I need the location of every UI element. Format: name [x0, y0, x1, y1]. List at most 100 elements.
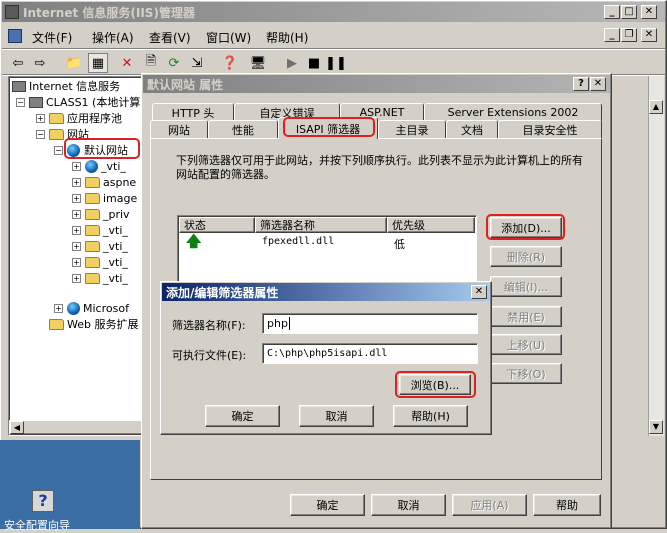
tree-child[interactable]: + image — [72, 190, 137, 206]
menu-window[interactable]: 窗口(W) — [206, 29, 251, 45]
computer-node-icon — [29, 96, 43, 108]
mmc-icon — [8, 29, 22, 43]
tab-documents[interactable]: 文档 — [446, 120, 498, 138]
expand-icon[interactable]: + — [72, 161, 81, 171]
tree-child[interactable]: + _vti_ — [72, 222, 128, 238]
executable-label: 可执行文件(E): — [172, 349, 247, 362]
tree-child[interactable]: + _priv — [72, 206, 130, 222]
filter-name-input[interactable]: php — [262, 313, 478, 334]
up-folder-icon[interactable]: 📁 — [64, 53, 84, 73]
column-header-name[interactable]: 筛选器名称 — [255, 217, 387, 233]
filter-cancel-button[interactable]: 取消 — [299, 405, 374, 427]
desktop-icon-label: 安全配置向导 — [4, 519, 70, 532]
export-icon[interactable]: ⇲ — [187, 53, 207, 73]
globe-icon — [67, 301, 80, 315]
filter-ok-button[interactable]: 确定 — [205, 405, 280, 427]
scroll-down-icon[interactable]: ▼ — [649, 420, 663, 434]
globe-icon — [85, 159, 98, 173]
menu-view[interactable]: 查看(V) — [149, 29, 191, 45]
column-header-priority[interactable]: 优先级 — [387, 217, 475, 233]
minimize-button[interactable]: _ — [604, 5, 620, 19]
menu-help[interactable]: 帮助(H) — [266, 29, 308, 45]
tree-web-ext[interactable]: Web 服务扩展 — [36, 316, 138, 332]
expand-icon[interactable]: + — [72, 225, 81, 235]
disable-filter-button[interactable]: 禁用(E) — [490, 306, 562, 327]
security-wizard-icon[interactable]: ? — [32, 490, 54, 512]
properties-icon[interactable]: 🗎 — [141, 53, 161, 73]
expand-icon[interactable]: + — [54, 303, 63, 313]
child-restore-button[interactable]: ❐ — [621, 28, 637, 42]
properties-help-button[interactable]: ? — [573, 77, 589, 91]
expand-icon[interactable]: + — [72, 177, 81, 187]
move-down-button[interactable]: 下移(O) — [490, 363, 562, 384]
expand-icon[interactable]: + — [72, 257, 81, 267]
scroll-up-icon[interactable]: ▲ — [649, 100, 663, 114]
show-tree-icon[interactable]: ▦ — [88, 53, 108, 73]
filter-close-button[interactable]: ✕ — [471, 285, 487, 299]
tab-server-extensions[interactable]: Server Extensions 2002 — [424, 103, 602, 121]
tree-child[interactable]: + aspne — [72, 174, 136, 190]
refresh-icon[interactable]: ⟳ — [164, 53, 184, 73]
tree-child[interactable]: + _vti_ — [72, 270, 128, 286]
properties-ok-button[interactable]: 确定 — [290, 494, 365, 516]
properties-cancel-button[interactable]: 取消 — [371, 494, 446, 516]
child-minimize-button[interactable]: _ — [604, 28, 620, 42]
scroll-left-icon[interactable]: ◀ — [10, 421, 24, 434]
forward-icon[interactable]: ⇨ — [30, 53, 50, 73]
tab-home-directory[interactable]: 主目录 — [378, 120, 446, 138]
play-icon[interactable]: ▶ — [282, 53, 302, 73]
tab-performance[interactable]: 性能 — [208, 120, 278, 138]
tab-website[interactable]: 网站 — [150, 120, 208, 138]
collapse-icon[interactable]: − — [54, 145, 63, 155]
properties-apply-button[interactable]: 应用(A) — [452, 494, 527, 516]
child-close-button[interactable]: ✕ — [641, 28, 657, 42]
help-icon[interactable]: ❓ — [220, 53, 240, 73]
filter-titlebar[interactable]: 添加/编辑筛选器属性 — [162, 283, 490, 301]
collapse-icon[interactable]: − — [36, 129, 45, 139]
tab-directory-security[interactable]: 目录安全性 — [498, 120, 602, 138]
pause-icon[interactable]: ❚❚ — [325, 53, 347, 73]
tree-scrollbar[interactable] — [9, 420, 147, 435]
tree-root[interactable]: Internet 信息服务 — [12, 78, 120, 94]
menu-file[interactable]: 文件(F) — [32, 29, 72, 45]
toolbar-divider — [2, 48, 665, 50]
menu-action[interactable]: 操作(A) — [92, 29, 134, 45]
expand-icon[interactable]: + — [72, 241, 81, 251]
filter-priority-cell: 低 — [394, 238, 405, 251]
folder-icon — [85, 208, 100, 220]
main-vscrollbar[interactable] — [648, 76, 664, 436]
remove-filter-button[interactable]: 删除(R) — [490, 246, 562, 267]
filters-description: 下列筛选器仅可用于此网站，并按下列顺序执行。此列表不显示为此计算机上的所有网站配… — [176, 154, 583, 181]
edit-filter-button[interactable]: 编辑(I)... — [490, 276, 562, 297]
collapse-icon[interactable]: − — [16, 97, 25, 107]
tree-app-pools[interactable]: + 应用程序池 — [36, 110, 122, 126]
status-up-arrow-icon: 🡅 — [186, 232, 202, 250]
main-titlebar[interactable]: Internet 信息服务(IIS)管理器 — [2, 2, 665, 22]
filter-name-label: 筛选器名称(F): — [172, 319, 246, 332]
back-icon[interactable]: ⇦ — [8, 53, 28, 73]
delete-icon[interactable]: ✕ — [117, 53, 137, 73]
folder-icon — [85, 256, 100, 268]
desktop-area — [0, 440, 140, 529]
move-up-button[interactable]: 上移(U) — [490, 334, 562, 355]
column-header-status[interactable]: 状态 — [179, 217, 255, 233]
tree-child[interactable]: + _vti_ — [72, 254, 128, 270]
expand-icon[interactable]: + — [72, 193, 81, 203]
filter-help-button[interactable]: 帮助(H) — [393, 405, 468, 427]
properties-close-button[interactable]: ✕ — [590, 77, 606, 91]
tree-microsoft[interactable]: + Microsof — [54, 300, 129, 316]
executable-input[interactable]: C:\php\php5isapi.dll — [262, 343, 478, 364]
stop-icon[interactable]: ■ — [304, 53, 324, 73]
maximize-button[interactable]: □ — [621, 5, 637, 19]
tree-child[interactable]: + _vti_ — [72, 238, 128, 254]
tree-computer[interactable]: − CLASS1 (本地计算 — [16, 94, 140, 110]
expand-icon[interactable]: + — [36, 113, 45, 123]
expand-icon[interactable]: + — [72, 209, 81, 219]
properties-help-footer-button[interactable]: 帮助 — [533, 494, 601, 516]
close-button[interactable]: ✕ — [641, 5, 657, 19]
tree-child[interactable]: + _vti_ — [72, 158, 126, 174]
expand-icon[interactable]: + — [72, 273, 81, 283]
tab-http-headers[interactable]: HTTP 头 — [152, 103, 234, 121]
properties-titlebar[interactable]: 默认网站 属性 — [143, 75, 610, 93]
computer-icon[interactable]: 🖥 — [248, 53, 268, 73]
